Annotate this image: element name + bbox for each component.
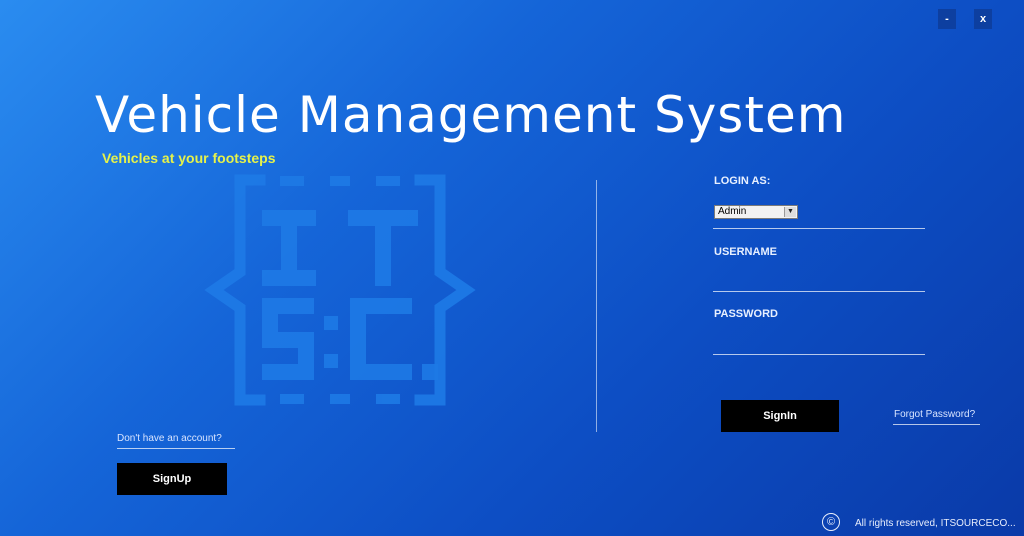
username-label: USERNAME bbox=[714, 246, 777, 258]
signup-prompt-link[interactable]: Don't have an account? bbox=[117, 433, 222, 444]
itsc-logo-icon bbox=[204, 174, 476, 406]
password-label: PASSWORD bbox=[714, 308, 778, 320]
signin-button[interactable]: SignIn bbox=[721, 400, 839, 432]
role-select[interactable]: Admin ▼ bbox=[714, 205, 798, 219]
role-select-value: Admin bbox=[718, 206, 747, 217]
password-input[interactable] bbox=[713, 333, 925, 351]
password-underline bbox=[713, 354, 925, 355]
forgot-password-underline bbox=[893, 424, 980, 425]
login-as-label: LOGIN AS: bbox=[714, 175, 771, 187]
username-underline bbox=[713, 291, 925, 292]
username-input[interactable] bbox=[713, 270, 925, 288]
forgot-password-link[interactable]: Forgot Password? bbox=[894, 409, 975, 420]
minimize-button[interactable]: - bbox=[938, 9, 956, 29]
role-underline bbox=[713, 228, 925, 229]
vertical-divider bbox=[596, 180, 597, 432]
signup-button[interactable]: SignUp bbox=[117, 463, 227, 495]
close-button[interactable]: x bbox=[974, 9, 992, 29]
chevron-down-icon[interactable]: ▼ bbox=[784, 207, 796, 217]
copyright-icon: © bbox=[822, 513, 840, 531]
signup-prompt-underline bbox=[117, 448, 235, 449]
tagline: Vehicles at your footsteps bbox=[102, 150, 276, 166]
footer-text: All rights reserved, ITSOURCECO... bbox=[855, 518, 1016, 529]
app-title: Vehicle Management System bbox=[95, 86, 847, 144]
